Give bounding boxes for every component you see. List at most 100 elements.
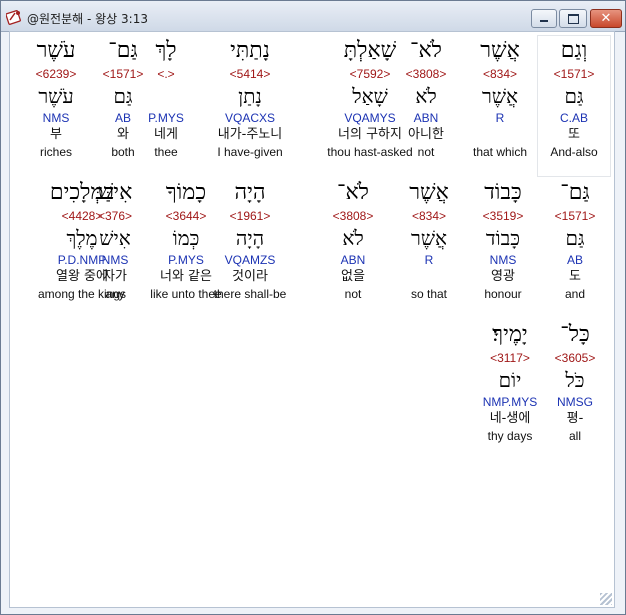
strong-number: <3117>: [490, 351, 530, 365]
hebrew-word: יָמֶיךָ׃: [492, 322, 528, 347]
korean-gloss: 도: [569, 269, 581, 284]
morphology-code: C.AB: [559, 111, 588, 125]
korean-gloss: 없을: [341, 269, 365, 284]
korean-gloss: 너의 구하지: [338, 127, 402, 142]
title-bar[interactable]: @원전분해 - 왕상 3:13 ✕: [1, 1, 625, 32]
english-gloss: and: [564, 287, 586, 301]
resize-grip[interactable]: [600, 593, 612, 605]
hebrew-lemma: לֹא: [342, 226, 364, 250]
hebrew-word: גַּם־: [560, 180, 590, 205]
hebrew-word: נָתַתִּי: [230, 38, 270, 63]
morphology-code: NMP.MYS: [482, 395, 538, 409]
close-button[interactable]: ✕: [590, 9, 622, 28]
strong-number: <1571>: [102, 67, 144, 81]
korean-gloss: [464, 126, 536, 144]
morphology-code: VQAMYS: [344, 111, 396, 125]
word-tile[interactable]: אֲשֶׁר <834> אֲשֶׁר Rso that: [398, 178, 460, 318]
korean-gloss: 와: [117, 127, 129, 142]
hebrew-word: גַּם־: [108, 38, 138, 63]
morphology-code: P.MYS: [168, 253, 204, 267]
hebrew-word: עֹשֶׁר: [36, 38, 76, 63]
word-tile[interactable]: כָּל־ <3605> כֹּל NMSG 평-all: [544, 320, 606, 460]
korean-gloss: 부: [50, 127, 62, 142]
word-tile[interactable]: עֹשֶׁר <6239> עֹשֶׁר NMS 부 riches: [24, 36, 88, 176]
strong-number: <4428>: [61, 209, 103, 223]
hebrew-lemma: שָׁאַל: [352, 84, 388, 108]
hebrew-word: שָׁאַלְתָּ: [343, 38, 397, 63]
korean-gloss: 네-생에: [489, 411, 531, 426]
korean-gloss: 평-: [566, 411, 584, 426]
hebrew-lemma: גַּם: [113, 84, 133, 108]
app-window: @원전분해 - 왕상 3:13 ✕ וְגַם <1571> גַּם C.AB 또 An…: [0, 0, 626, 615]
morphology-code: NMS: [42, 111, 70, 125]
morphology-code: AB: [566, 253, 583, 267]
hebrew-lemma: כֹּל: [565, 368, 585, 392]
english-gloss: honour: [484, 287, 522, 301]
strong-number: <3519>: [482, 209, 524, 223]
morphology-code: NMS: [489, 253, 517, 267]
morphology-code: R: [495, 111, 505, 125]
english-gloss: that which: [472, 145, 528, 159]
word-tile[interactable]: שָׁאַלְתָּ <7592> שָׁאַל VQAMYS 너의 구하지 thou h…: [310, 36, 430, 176]
word-tile[interactable]: נָתַתִּי <5414> נָתַן VQACXS 내가-주노니 I have-gi…: [206, 36, 294, 176]
hebrew-lemma: מֶלֶךְ: [66, 226, 98, 250]
english-gloss: riches: [39, 145, 72, 159]
english-gloss: thou hast-asked: [327, 145, 413, 159]
strong-number: <7592>: [349, 67, 391, 81]
hebrew-word: בַּמְּלָכִים: [49, 180, 115, 205]
hebrew-lemma: יוֹם: [498, 368, 522, 392]
korean-gloss: 내가-주노니: [217, 127, 283, 142]
hebrew-lemma: נָתַן: [238, 84, 262, 108]
english-gloss: both: [111, 145, 135, 159]
word-tile[interactable]: בַּמְּלָכִים <4428> מֶלֶךְ P.D.NMP 열왕 중에 amon…: [26, 178, 138, 318]
minimize-icon: [540, 20, 548, 22]
english-gloss: thy days: [487, 429, 533, 443]
korean-gloss: 또: [568, 127, 580, 142]
morphology-code: VQACXS: [224, 111, 275, 125]
strong-number: <6239>: [35, 67, 77, 81]
hebrew-lemma: גַּם: [565, 226, 585, 250]
maximize-button[interactable]: [559, 9, 587, 28]
english-gloss: like unto thee: [150, 287, 222, 301]
close-icon: ✕: [600, 11, 612, 26]
strong-number: <3808>: [332, 209, 374, 223]
word-tile[interactable]: אֲשֶׁר <834> אֲשֶׁר Rthat which: [464, 36, 536, 176]
maximize-icon: [568, 14, 579, 24]
morphology-code: R: [424, 253, 434, 267]
minimize-button[interactable]: [531, 9, 557, 28]
hebrew-word: אֲשֶׁר: [480, 38, 520, 63]
english-gloss: all: [568, 429, 581, 443]
korean-gloss: [398, 268, 460, 286]
hebrew-lemma: עֹשֶׁר: [38, 84, 74, 108]
hebrew-lemma: כְּמוֹ: [172, 226, 200, 250]
strong-number: <834>: [411, 209, 447, 223]
english-gloss: among the kings: [37, 287, 127, 301]
hebrew-word: כָמוֹךָ: [165, 180, 207, 205]
morphology-code: P.D.NMP: [57, 253, 107, 267]
korean-gloss: 너와 같은: [160, 269, 212, 284]
word-tile[interactable]: וְגַם <1571> גַּם C.AB 또 And-also: [537, 35, 611, 177]
word-tile[interactable]: כָמוֹךָ <3644> כְּמוֹ P.MYS 너와 같은 like unto t…: [148, 178, 224, 318]
hebrew-word: כָּל־: [560, 322, 590, 347]
strong-number: <1571>: [554, 209, 596, 223]
hebrew-lemma: גַּם: [564, 84, 584, 108]
hebrew-lemma: כָּבוֹד: [485, 226, 521, 250]
word-tile[interactable]: גַּם־ <1571> גַּם AB 와 both: [92, 36, 154, 176]
window-title: @원전분해 - 왕상 3:13: [27, 12, 148, 26]
strong-number: <3644>: [165, 209, 207, 223]
korean-gloss: 열왕 중에: [56, 269, 108, 284]
english-gloss: so that: [410, 287, 448, 301]
word-tile[interactable]: כָּבוֹד <3519> כָּבוֹד NMS 영광 honour: [472, 178, 534, 318]
hebrew-word: לֹא־: [337, 180, 369, 205]
morphology-code: NMSG: [557, 395, 593, 409]
word-tile[interactable]: יָמֶיךָ׃ <3117> יוֹם NMP.MYS 네-생에 thy days: [474, 320, 546, 460]
word-tile[interactable]: גַּם־ <1571> גַּם AB 도 and: [544, 178, 606, 318]
hebrew-lemma: אֲשֶׁר: [411, 226, 447, 250]
morphology-code: ABN: [340, 253, 366, 267]
bible-app-icon: [6, 10, 21, 25]
interlinear-panel[interactable]: וְגַם <1571> גַּם C.AB 또 And-also אֲשֶׁר <834> א…: [9, 31, 615, 608]
english-gloss: And-also: [550, 145, 598, 159]
word-tile[interactable]: לֹא־ <3808> לֹא ABN 없을 not: [322, 178, 384, 318]
strong-number: <3605>: [554, 351, 596, 365]
strong-number: <834>: [482, 67, 518, 81]
